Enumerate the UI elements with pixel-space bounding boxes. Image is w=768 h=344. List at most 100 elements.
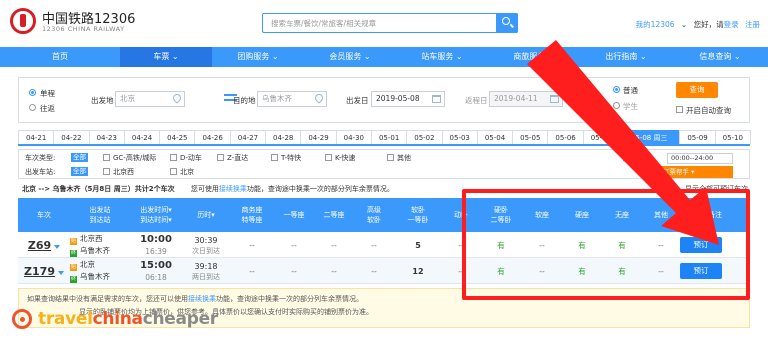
- date-tab[interactable]: 04-28: [265, 130, 302, 144]
- date-tab[interactable]: 04-22: [53, 130, 90, 144]
- station-option-beijingxi[interactable]: 北京西: [113, 167, 134, 177]
- type-checkbox[interactable]: [387, 154, 394, 161]
- calendar-icon: [432, 95, 441, 103]
- search-button[interactable]: [496, 13, 518, 33]
- date-tab[interactable]: 04-26: [194, 130, 231, 144]
- notice-transfer-link[interactable]: 接续换乘: [188, 295, 216, 303]
- round-trip-radio[interactable]: [29, 104, 36, 111]
- column-header[interactable]: 历时▾: [182, 198, 230, 232]
- date-tab[interactable]: 05-01: [370, 130, 408, 144]
- station-all-chip[interactable]: 全部: [71, 167, 88, 176]
- nav-group-service[interactable]: 团购服务 ⌄: [212, 47, 304, 67]
- to-station-input[interactable]: 乌鲁木齐: [257, 91, 327, 107]
- date-tab[interactable]: 05-05: [512, 130, 549, 144]
- start-station-icon: 始: [70, 264, 77, 271]
- date-tab[interactable]: 05-06: [547, 130, 584, 144]
- login-link[interactable]: 登录: [724, 20, 739, 29]
- seat-availability[interactable]: 5: [394, 241, 442, 250]
- railway-logo-icon[interactable]: [10, 8, 36, 34]
- to-label: 目的地: [233, 96, 256, 105]
- date-tab[interactable]: 05-10: [714, 130, 751, 144]
- nav-home[interactable]: 首页: [0, 47, 120, 67]
- from-station-value: 北京: [120, 94, 135, 103]
- arrive-time: 16:39: [145, 246, 167, 256]
- train-number-link[interactable]: Z179: [24, 265, 55, 278]
- type-option-t[interactable]: T-特快: [281, 153, 301, 163]
- station-checkbox[interactable]: [170, 168, 177, 175]
- register-link[interactable]: 注册: [745, 20, 760, 29]
- type-option-z[interactable]: Z-直达: [227, 153, 248, 163]
- depart-time-select[interactable]: 00:00--24:00: [667, 153, 733, 164]
- depart-date-input[interactable]: 2019-05-08: [371, 91, 445, 107]
- search-input[interactable]: [263, 14, 493, 32]
- type-checkbox[interactable]: [103, 154, 110, 161]
- duration: 39:18: [194, 261, 218, 271]
- type-checkbox[interactable]: [271, 154, 278, 161]
- chevron-down-icon[interactable]: [54, 244, 61, 249]
- my-account-link[interactable]: 我的12306: [636, 20, 675, 29]
- route-summary: 北京 --> 乌鲁木齐（5月8日 周三）共计2个车次: [22, 185, 175, 193]
- date-tab[interactable]: 04-25: [159, 130, 196, 144]
- nav-info-query[interactable]: 信息查询 ⌄: [672, 47, 768, 67]
- main-nav: 首页 车票 ⌄ 团购服务 ⌄ 会员服务 ⌄ 站车服务 ⌄ 商旅服务 ⌄ 出行指南…: [0, 47, 768, 67]
- station-checkbox[interactable]: [103, 168, 110, 175]
- nav-station-service[interactable]: 站车服务 ⌄: [396, 47, 488, 67]
- train-number-link[interactable]: Z69: [28, 239, 51, 252]
- order-helper-button[interactable]: 订票帮手 ▾: [655, 166, 733, 178]
- seat-availability: --: [249, 266, 255, 276]
- date-tab[interactable]: 05-07: [582, 130, 620, 144]
- type-option-other[interactable]: 其他: [397, 153, 411, 163]
- chevron-down-icon: ⌄: [680, 20, 688, 29]
- date-tab[interactable]: 05-09: [679, 130, 716, 144]
- watermark: travelchinacheaper: [10, 304, 218, 334]
- location-pin-icon: [313, 92, 325, 104]
- account-links: 我的12306 ⌄ 您好，请登录 注册: [632, 19, 760, 30]
- type-option-k[interactable]: K-快速: [335, 153, 355, 163]
- depart-station-label: 出发车站:: [25, 168, 56, 176]
- date-tab[interactable]: 05-04: [476, 130, 514, 144]
- column-header-sublabel: 特等座: [241, 216, 263, 224]
- chevron-down-icon[interactable]: [57, 270, 64, 275]
- column-header[interactable]: 出发时间▾ 到达时间▾: [130, 198, 182, 232]
- nav-business-service[interactable]: 商旅服务 ⌄: [488, 47, 580, 67]
- seat-availability[interactable]: 12: [394, 267, 442, 276]
- date-tab[interactable]: 04-30: [335, 130, 372, 144]
- type-checkbox[interactable]: [325, 154, 332, 161]
- type-checkbox[interactable]: [170, 154, 177, 161]
- arrival-day: 次日到达: [192, 246, 220, 255]
- column-header-label: 一等座: [283, 211, 305, 219]
- nav-tickets[interactable]: 车票 ⌄: [120, 47, 212, 67]
- type-checkbox[interactable]: [217, 154, 224, 161]
- nav-member-service[interactable]: 会员服务 ⌄: [304, 47, 396, 67]
- student-ticket-radio[interactable]: [613, 102, 620, 109]
- nav-travel-guide[interactable]: 出行指南 ⌄: [580, 47, 672, 67]
- auto-query-checkbox[interactable]: [676, 106, 683, 113]
- column-header-label: 出发站: [89, 206, 111, 214]
- station-option-beijing[interactable]: 北京: [180, 167, 194, 177]
- column-header-label: 车次: [37, 211, 51, 219]
- transfer-link[interactable]: 接续换乘: [219, 185, 247, 193]
- date-tab[interactable]: 04-21: [18, 130, 55, 144]
- type-all-chip[interactable]: 全部: [71, 153, 88, 162]
- type-option-d[interactable]: D-动车: [180, 153, 202, 163]
- date-tab[interactable]: 04-29: [300, 130, 337, 144]
- date-tab[interactable]: 05-02: [406, 130, 443, 144]
- seat-availability: --: [371, 266, 377, 276]
- column-header-label: 软卧: [411, 206, 425, 214]
- normal-ticket-radio[interactable]: [613, 86, 620, 93]
- one-way-radio[interactable]: [29, 89, 36, 96]
- query-button[interactable]: 查询: [676, 82, 718, 98]
- column-header-label: 高级: [367, 206, 381, 214]
- type-option-gc[interactable]: GC-高铁/城际: [113, 153, 156, 163]
- column-header: 二等座: [314, 198, 354, 232]
- date-tab[interactable]: 04-24: [123, 130, 161, 144]
- column-header-sublabel: 一等卧: [407, 216, 429, 224]
- date-tab[interactable]: 04-23: [88, 130, 125, 144]
- date-tab[interactable]: 04-27: [229, 130, 267, 144]
- date-tab[interactable]: 05-03: [441, 130, 478, 144]
- column-header-sublabel: 软卧: [367, 216, 381, 224]
- date-tab[interactable]: 05-08 周三: [618, 130, 681, 144]
- return-date-input[interactable]: 2019-04-11: [489, 91, 563, 107]
- from-station-input[interactable]: 北京: [115, 91, 185, 107]
- column-header-sublabel: 到达站: [89, 216, 111, 224]
